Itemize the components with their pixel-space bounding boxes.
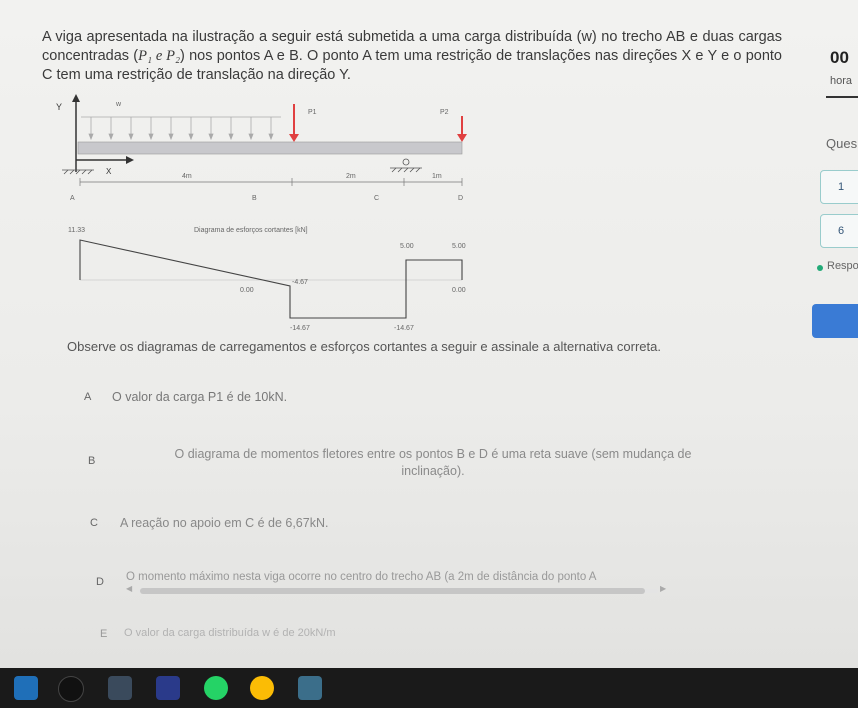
- timer-label: hora: [830, 75, 853, 87]
- v-c-plus-label: 5.00: [400, 243, 414, 250]
- dimension-line: [79, 178, 463, 186]
- distributed-load: [81, 116, 281, 141]
- alternative-text: A reação no apoio em C é de 6,67kN.: [120, 516, 329, 530]
- scroll-thumb[interactable]: [140, 588, 645, 594]
- p2-arrowhead: [457, 134, 467, 142]
- alternative-text: O diagrama de momentos fletores entre os…: [174, 447, 692, 478]
- responded-label: Respo: [827, 260, 858, 272]
- alternative-text: O valor da carga distribuída w é de 20kN…: [124, 627, 336, 639]
- answer-button[interactable]: [812, 304, 858, 338]
- whatsapp-icon[interactable]: [204, 676, 228, 700]
- dim-ab-label: 4m: [182, 173, 192, 180]
- point-a-label: A: [70, 195, 75, 202]
- questions-label: Ques: [826, 136, 858, 151]
- beam-diagram: Y X w P1 P2 4m 2m 1m A B C D: [56, 94, 467, 202]
- x-axis-label: X: [106, 167, 112, 176]
- zero-right-label: 0.00: [452, 287, 466, 294]
- alternative-text: O valor da carga P1 é de 10kN.: [112, 390, 288, 404]
- y-axis-label: Y: [56, 102, 62, 112]
- alternative-letter: B: [88, 455, 96, 467]
- p2-label: P2: [440, 109, 449, 116]
- v-d-minus-label: 5.00: [452, 243, 466, 250]
- point-d-label: D: [458, 195, 463, 202]
- beam: [77, 141, 463, 155]
- shear-diagram: Diagrama de esforços cortantes [kN] 11.3…: [68, 227, 466, 332]
- dim-bc-label: 2m: [346, 173, 356, 180]
- outlook-icon[interactable]: [14, 676, 38, 700]
- alternative-letter: A: [84, 391, 92, 403]
- alternative-letter: C: [90, 517, 98, 529]
- dim-cd-label: 1m: [432, 173, 442, 180]
- tiktok-icon[interactable]: [58, 676, 84, 702]
- question-text: A viga apresentada na ilustração a segui…: [42, 28, 782, 85]
- pin-support-a: [62, 169, 94, 175]
- x-axis-arrow: [126, 156, 134, 164]
- roller-support-c: [390, 158, 422, 173]
- instruction-text: Observe os diagramas de carregamentos e …: [67, 339, 661, 354]
- alternative-d-scrollbar[interactable]: ◀ ▶: [126, 584, 666, 595]
- responded-dot-icon: [817, 265, 823, 271]
- scroll-right-icon[interactable]: ▶: [660, 584, 666, 593]
- browser-icon[interactable]: [298, 676, 322, 700]
- zero-left-label: 0.00: [240, 287, 254, 294]
- y-axis-arrow: [72, 94, 80, 102]
- question-nav-item[interactable]: 1: [820, 170, 858, 204]
- photos-icon[interactable]: [108, 676, 132, 700]
- exam-page: A viga apresentada na ilustração a segui…: [0, 0, 858, 668]
- v-start-label: 11.33: [68, 227, 85, 234]
- question-nav-item[interactable]: 6: [820, 214, 858, 248]
- point-c-label: C: [374, 195, 379, 202]
- point-b-label: B: [252, 195, 257, 202]
- scroll-left-icon[interactable]: ◀: [126, 584, 132, 593]
- alternative-text: O momento máximo nesta viga ocorre no ce…: [126, 571, 597, 583]
- v-b-plus-label: -14.67: [290, 325, 310, 332]
- alternative-letter: D: [96, 576, 104, 588]
- w-label: w: [115, 101, 122, 108]
- timer-value: 00: [830, 48, 849, 67]
- shear-outline: [79, 239, 463, 319]
- chrome-icon[interactable]: [250, 676, 274, 700]
- taskbar: [0, 668, 858, 708]
- question-math: P₁ e P₂: [138, 48, 181, 64]
- app-icon[interactable]: [156, 676, 180, 700]
- p1-label: P1: [308, 109, 317, 116]
- shear-title: Diagrama de esforços cortantes [kN]: [194, 227, 308, 234]
- p1-arrowhead: [289, 134, 299, 142]
- v-c-minus-label: -14.67: [394, 325, 414, 332]
- alternative-letter: E: [100, 628, 108, 640]
- timer-divider: [826, 96, 858, 98]
- v-b-minus-label: -4.67: [292, 279, 308, 286]
